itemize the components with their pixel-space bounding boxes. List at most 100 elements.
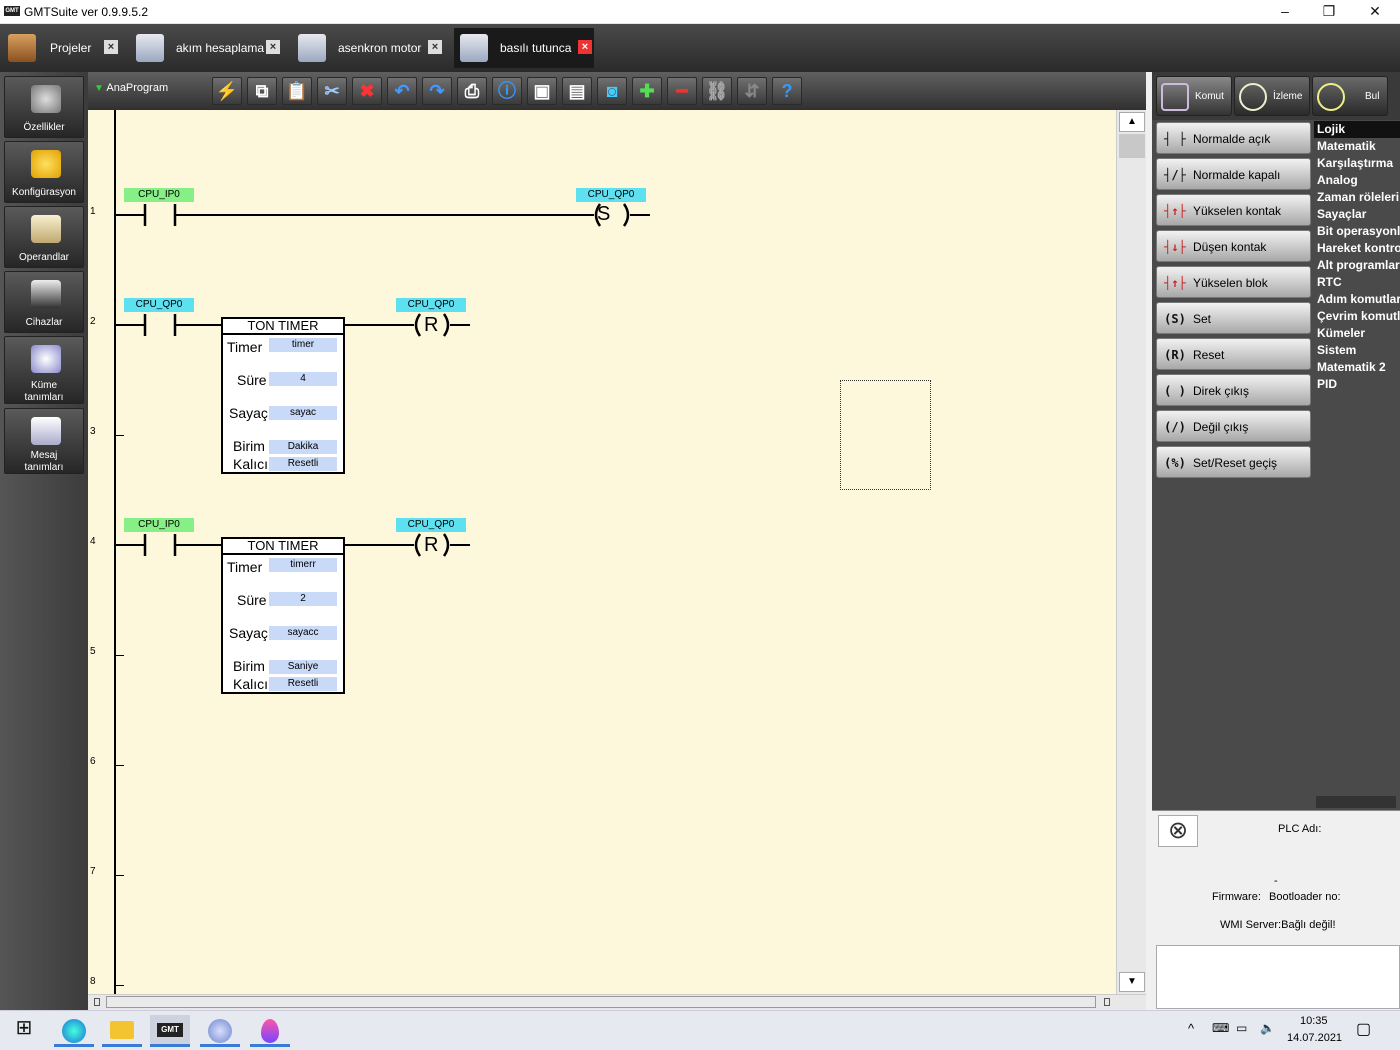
tab-projeler[interactable]: Projeler × [2, 28, 124, 68]
cmd-set[interactable]: (S) Set [1156, 302, 1311, 334]
timer-name-field[interactable]: timer [269, 338, 337, 352]
timer-name-field[interactable]: timerr [269, 558, 337, 572]
unit-field[interactable]: Dakika [269, 440, 337, 454]
close-window-button[interactable]: ✕ [1352, 0, 1398, 24]
photos-app-icon[interactable] [200, 1015, 240, 1047]
category-item[interactable]: PID [1314, 376, 1400, 393]
duration-field[interactable]: 4 [269, 372, 337, 386]
save-all-icon[interactable]: ▤ [562, 77, 592, 105]
copy-icon[interactable]: ⧉ [247, 77, 277, 105]
retentive-field[interactable]: Resetli [269, 677, 337, 691]
cmd-direct-output[interactable]: ( ) Direk çıkış [1156, 374, 1311, 406]
cmd-reset[interactable]: (R) Reset [1156, 338, 1311, 370]
category-item[interactable]: Karşılaştırma [1314, 155, 1400, 172]
info-icon[interactable]: ⓘ [492, 77, 522, 105]
ton-timer-block-2[interactable]: TON TIMER Timer timerr Süre 2 Sayaç saya… [221, 537, 345, 694]
scroll-left-icon[interactable] [94, 998, 100, 1006]
scroll-down-icon[interactable]: ▼ [1119, 972, 1145, 992]
clock-date[interactable]: 14.07.2021 [1287, 1032, 1342, 1044]
retentive-field[interactable]: Resetli [269, 457, 337, 471]
tab-basili-tutunca[interactable]: basılı tutunca × [454, 28, 594, 68]
print-icon[interactable]: ⎙ [457, 77, 487, 105]
cmd-falling-contact[interactable]: ┤↓├ Düşen kontak [1156, 230, 1311, 262]
category-item[interactable]: Hareket kontrol [1314, 240, 1400, 257]
category-item[interactable]: Çevrim komutları [1314, 308, 1400, 325]
category-scrollbar[interactable] [1316, 796, 1396, 808]
cmd-normally-closed[interactable]: ┤/├ Normalde kapalı [1156, 158, 1311, 190]
scroll-thumb[interactable] [1119, 134, 1145, 158]
tab-close-icon[interactable]: × [104, 40, 118, 54]
delete-icon[interactable]: ✖ [352, 77, 382, 105]
gmt-app-icon[interactable]: GMT [150, 1015, 190, 1047]
category-item[interactable]: Analog [1314, 172, 1400, 189]
counter-field[interactable]: sayacc [269, 626, 337, 640]
tab-komut[interactable]: Komut [1156, 76, 1232, 116]
rung-1[interactable] [114, 200, 654, 230]
edge-browser-icon[interactable] [54, 1015, 94, 1047]
cmd-rising-block[interactable]: ┤↑├ Yükselen blok [1156, 266, 1311, 298]
category-item[interactable]: Kümeler [1314, 325, 1400, 342]
sidebar-item-operandlar[interactable]: Operandlar [4, 206, 84, 268]
cmd-set-reset-toggle[interactable]: (%) Set/Reset geçiş [1156, 446, 1311, 478]
add-rung-icon[interactable]: ✚ [632, 77, 662, 105]
tab-izleme[interactable]: İzleme [1234, 76, 1310, 116]
hscroll-thumb[interactable] [106, 996, 1096, 1008]
cmd-rising-contact[interactable]: ┤↑├ Yükselen kontak [1156, 194, 1311, 226]
category-item[interactable]: Sistem [1314, 342, 1400, 359]
sidebar-item-ozellikler[interactable]: Özellikler [4, 76, 84, 138]
scroll-up-icon[interactable]: ▲ [1119, 112, 1145, 132]
remove-rung-icon[interactable]: ━ [667, 77, 697, 105]
cut-icon[interactable]: ✂ [317, 77, 347, 105]
disconnect-icon[interactable]: ⊗ [1158, 815, 1198, 847]
tab-asenkron-motor[interactable]: asenkron motor × [292, 28, 446, 68]
tab-akim-hesaplama[interactable]: akım hesaplama × [130, 28, 284, 68]
connect-icon[interactable]: ⚡ [212, 77, 242, 105]
tab-close-icon[interactable]: × [266, 40, 280, 54]
tab-close-icon[interactable]: × [428, 40, 442, 54]
unit-field[interactable]: Saniye [269, 660, 337, 674]
ton-timer-block-1[interactable]: TON TIMER Timer timer Süre 4 Sayaç sayac… [221, 317, 345, 474]
network-icon[interactable]: ▭ [1236, 1021, 1247, 1035]
cmd-normally-open[interactable]: ┤ ├ Normalde açık [1156, 122, 1311, 154]
undo-icon[interactable]: ↶ [387, 77, 417, 105]
ladder-canvas[interactable]: 1 2 3 4 5 6 7 8 CPU_IP0 CPU_QP0 S CPU_QP… [88, 110, 1116, 994]
vertical-scrollbar[interactable]: ▲ ▼ [1116, 110, 1146, 994]
program-selector[interactable]: ▼ AnaProgram [94, 82, 204, 100]
tab-bul[interactable]: Bul [1312, 76, 1388, 116]
clock-time[interactable]: 10:35 [1300, 1015, 1328, 1027]
category-item[interactable]: Adım komutları [1314, 291, 1400, 308]
category-item[interactable]: Alt programlar [1314, 257, 1400, 274]
horizontal-scrollbar[interactable] [88, 994, 1146, 1010]
plc-log-box[interactable] [1156, 945, 1400, 1009]
category-item[interactable]: Bit operasyonları [1314, 223, 1400, 240]
duration-field[interactable]: 2 [269, 592, 337, 606]
paint-drop-icon[interactable] [250, 1015, 290, 1047]
tray-chevron-icon[interactable]: ^ [1188, 1021, 1194, 1036]
paste-icon[interactable]: 📋 [282, 77, 312, 105]
link-icon[interactable]: ⛓ [702, 77, 732, 105]
sidebar-item-kume-tanimlari[interactable]: Küme tanımları [4, 336, 84, 404]
tab-close-icon[interactable]: × [578, 40, 592, 54]
monitor-icon[interactable]: ◙ [597, 77, 627, 105]
notification-icon[interactable]: ▢ [1356, 1019, 1371, 1039]
cmd-not-output[interactable]: (/) Değil çıkış [1156, 410, 1311, 442]
category-item[interactable]: Sayaçlar [1314, 206, 1400, 223]
category-item[interactable]: Zaman röleleri [1314, 189, 1400, 206]
file-explorer-icon[interactable] [102, 1015, 142, 1047]
minimize-button[interactable]: – [1262, 0, 1308, 24]
sidebar-item-konfigurasyon[interactable]: Konfigürasyon [4, 141, 84, 203]
start-windows-icon[interactable]: ⊞ [4, 1015, 44, 1047]
category-item[interactable]: Matematik [1314, 138, 1400, 155]
counter-field[interactable]: sayac [269, 406, 337, 420]
volume-icon[interactable]: 🔈 [1260, 1021, 1275, 1035]
maximize-button[interactable]: ❐ [1306, 0, 1352, 24]
disabled-tool-icon[interactable]: ⇵ [737, 77, 767, 105]
help-icon[interactable]: ? [772, 77, 802, 105]
category-item[interactable]: Matematik 2 [1314, 359, 1400, 376]
save-icon[interactable]: ▣ [527, 77, 557, 105]
sidebar-item-mesaj-tanimlari[interactable]: Mesaj tanımları [4, 408, 84, 474]
sidebar-item-cihazlar[interactable]: Cihazlar [4, 271, 84, 333]
category-item[interactable]: Lojik [1314, 121, 1400, 138]
redo-icon[interactable]: ↷ [422, 77, 452, 105]
keyboard-icon[interactable]: ⌨ [1212, 1021, 1229, 1035]
